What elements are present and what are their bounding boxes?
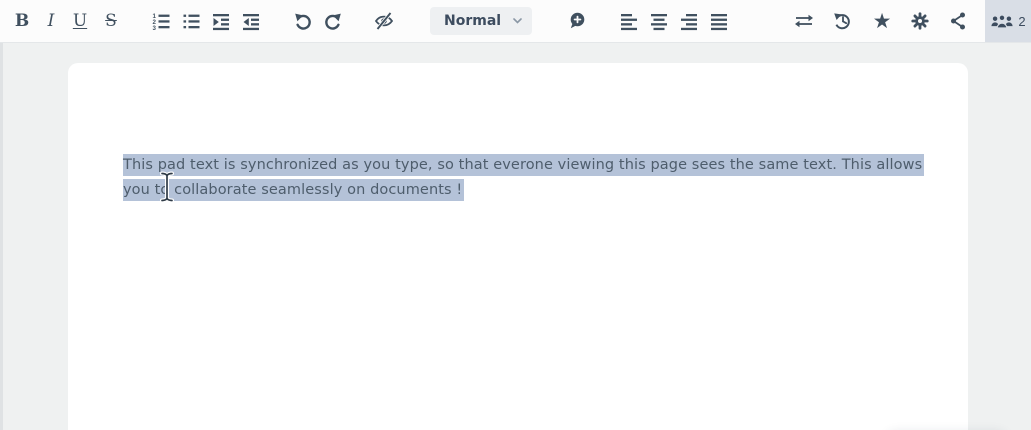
align-center-button[interactable]	[645, 7, 673, 35]
indent-button[interactable]	[207, 7, 235, 35]
hide-authorship-button[interactable]	[370, 7, 398, 35]
pad-text[interactable]: This pad text is synchronized as you typ…	[123, 153, 925, 203]
underline-button[interactable]: U	[66, 7, 94, 35]
history-clock-icon	[833, 13, 850, 30]
italic-icon: I	[47, 11, 55, 31]
selected-text[interactable]: This pad text is synchronized as you typ…	[123, 154, 925, 201]
redo-button[interactable]	[319, 7, 347, 35]
underline-icon: U	[72, 11, 88, 31]
undo-button[interactable]	[289, 7, 317, 35]
star-icon: ★	[872, 8, 892, 33]
align-left-icon	[621, 14, 637, 31]
swap-pads-button[interactable]	[790, 7, 818, 35]
unordered-list-button[interactable]	[177, 7, 205, 35]
swap-arrows-icon	[795, 14, 813, 28]
italic-button[interactable]: I	[37, 7, 65, 35]
share-icon	[951, 12, 965, 30]
comment-plus-icon	[570, 12, 585, 29]
left-edge-divider	[0, 43, 3, 430]
bold-icon: B	[14, 11, 30, 31]
bold-button[interactable]: B	[8, 7, 36, 35]
strikethrough-button[interactable]: S	[97, 7, 125, 35]
align-left-button[interactable]	[615, 7, 643, 35]
align-right-button[interactable]	[675, 7, 703, 35]
show-users-button[interactable]: 2	[985, 0, 1031, 42]
unordered-list-icon	[183, 14, 200, 29]
outdent-button[interactable]	[237, 7, 265, 35]
settings-button[interactable]	[906, 7, 934, 35]
align-justify-icon	[711, 14, 727, 31]
users-count: 2	[1018, 13, 1026, 29]
ordered-list-icon: 1 2 3	[153, 13, 170, 31]
align-justify-button[interactable]	[705, 7, 733, 35]
favorite-button[interactable]: ★	[868, 7, 896, 35]
gear-icon	[911, 12, 929, 30]
undo-icon	[295, 13, 311, 30]
paragraph-style-value: Normal	[444, 13, 502, 29]
strikethrough-icon: S	[105, 11, 117, 31]
pad-workspace: This pad text is synchronized as you typ…	[0, 43, 1031, 430]
pad-document[interactable]: This pad text is synchronized as you typ…	[68, 63, 968, 430]
share-button[interactable]	[944, 7, 972, 35]
outdent-icon	[243, 14, 259, 31]
paragraph-style-dropdown[interactable]: Normal	[430, 7, 532, 35]
svg-text:3: 3	[153, 25, 157, 31]
chevron-down-icon	[513, 18, 522, 24]
align-right-icon	[681, 14, 697, 31]
eye-off-icon	[374, 11, 394, 31]
align-center-icon	[651, 14, 667, 31]
redo-icon	[325, 13, 341, 30]
users-group-icon	[991, 13, 1013, 29]
add-comment-button[interactable]	[563, 7, 591, 35]
indent-icon	[213, 14, 229, 31]
history-button[interactable]	[828, 7, 856, 35]
editor-toolbar: B I U S 1 2 3 Normal ★ 2	[0, 0, 1031, 43]
ordered-list-button[interactable]: 1 2 3	[147, 7, 175, 35]
